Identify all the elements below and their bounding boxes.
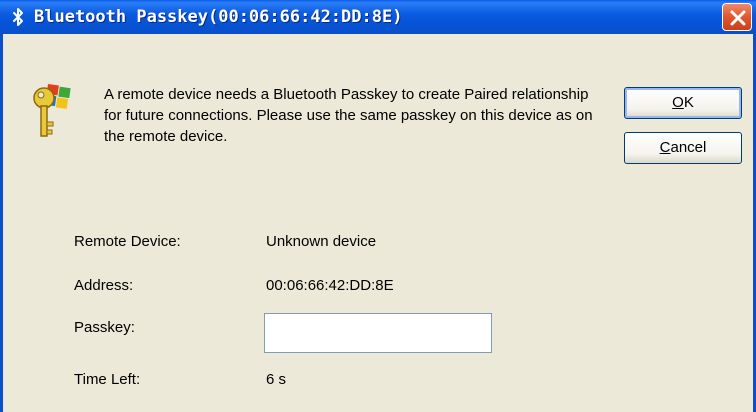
window-title: Bluetooth Passkey(00:06:66:42:DD:8E) <box>34 7 403 27</box>
time-left-value: 6 s <box>266 371 287 388</box>
address-label: Address: <box>74 277 134 294</box>
remote-device-label: Remote Device: <box>74 233 181 250</box>
time-left-label: Time Left: <box>74 371 141 388</box>
dialog-message: A remote device needs a Bluetooth Passke… <box>104 86 593 145</box>
bluetooth-icon <box>8 7 28 27</box>
address-value: 00:06:66:42:DD:8E <box>266 277 394 294</box>
key-windows-icon <box>30 80 76 142</box>
close-icon <box>730 10 746 26</box>
cancel-label-rest: ancel <box>670 139 707 156</box>
window-border-left <box>0 34 3 412</box>
cancel-mnemonic: C <box>659 139 671 156</box>
ok-label-rest: K <box>683 94 694 111</box>
passkey-input[interactable] <box>264 313 492 353</box>
close-button[interactable] <box>722 3 752 31</box>
cancel-button[interactable]: Cancel <box>624 132 742 164</box>
ok-mnemonic: O <box>672 94 684 111</box>
bluetooth-passkey-dialog: Bluetooth Passkey(00:06:66:42:DD:8E) A r… <box>0 0 756 412</box>
passkey-label: Passkey: <box>74 319 135 336</box>
ok-button[interactable]: OK <box>624 87 742 119</box>
remote-device-value: Unknown device <box>266 233 377 250</box>
title-bar[interactable]: Bluetooth Passkey(00:06:66:42:DD:8E) <box>0 0 756 34</box>
